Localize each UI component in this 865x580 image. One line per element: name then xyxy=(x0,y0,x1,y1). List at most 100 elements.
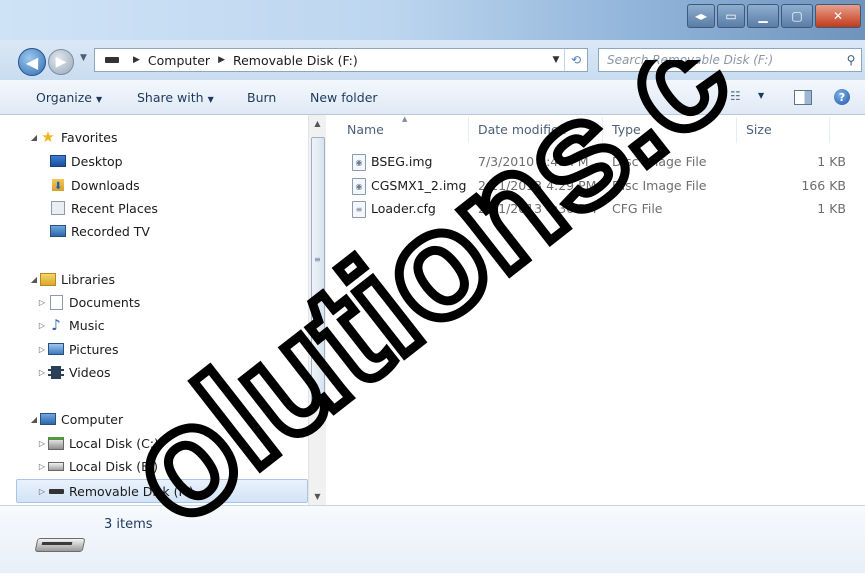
recent-places-icon xyxy=(50,201,66,215)
scroll-up-icon[interactable]: ▲ xyxy=(309,115,326,132)
nav-scrollbar[interactable]: ▲ ≡ ▼ xyxy=(308,115,326,505)
system-drive-icon xyxy=(48,436,64,450)
breadcrumb-computer[interactable]: Computer xyxy=(148,53,210,68)
nav-removable-disk-f[interactable]: ▷ Removable Disk (F:) xyxy=(16,479,308,503)
tv-icon xyxy=(50,224,66,238)
downloads-icon: ⬇ xyxy=(52,179,64,192)
address-bar[interactable]: ▶ Computer ▶ Removable Disk (F:) ▼ ⟲ xyxy=(94,48,588,72)
column-divider[interactable] xyxy=(468,117,469,143)
nav-recorded-tv[interactable]: Recorded TV xyxy=(50,220,150,242)
file-name: CGSMX1_2.img xyxy=(371,178,467,193)
collapsed-arrow-icon[interactable]: ▷ xyxy=(36,298,48,307)
config-file-icon: ≡ xyxy=(352,201,366,218)
file-size: 1 KB xyxy=(817,201,846,216)
star-icon: ★ xyxy=(41,128,55,146)
view-options-icon[interactable]: ☷ xyxy=(730,89,744,103)
collapsed-arrow-icon[interactable]: ▷ xyxy=(36,345,48,354)
refresh-icon[interactable]: ⟲ xyxy=(564,49,587,71)
nav-favorites[interactable]: ◢ ★ Favorites xyxy=(28,126,118,148)
grip-icon: ≡ xyxy=(314,255,321,264)
nav-local-disk-e[interactable]: ▷ Local Disk (E:) xyxy=(36,455,158,477)
nav-libraries[interactable]: ◢ Libraries xyxy=(28,268,115,290)
snap-icon[interactable]: ▭ xyxy=(717,4,745,28)
explorer-window: ◂▸ ▭ ▁ ▢ ✕ ◀ ▶ ▼ ▶ Computer ▶ Removable … xyxy=(0,0,865,573)
libraries-icon xyxy=(40,272,56,286)
nav-videos[interactable]: ▷ Videos xyxy=(36,361,111,383)
disc-image-icon: ◉ xyxy=(352,178,366,195)
column-divider[interactable] xyxy=(602,117,603,143)
back-button[interactable]: ◀ xyxy=(18,48,46,76)
removable-drive-icon xyxy=(34,534,86,556)
file-date: 2/11/2013 4:36 PM xyxy=(478,201,597,216)
desktop-icon xyxy=(50,154,66,168)
collapsed-arrow-icon[interactable]: ▷ xyxy=(36,321,48,330)
nav-downloads[interactable]: ⬇ Downloads xyxy=(50,174,140,196)
file-row[interactable]: ≡ Loader.cfg 2/11/2013 4:36 PM CFG File … xyxy=(346,199,846,219)
file-date: 2/11/2013 4:29 PM xyxy=(478,178,597,193)
minimize-button[interactable]: ▁ xyxy=(747,4,779,28)
maximize-button[interactable]: ▢ xyxy=(781,4,813,28)
recent-pages-dropdown[interactable]: ▼ xyxy=(80,53,87,63)
nav-documents[interactable]: ▷ Documents xyxy=(36,291,140,313)
expanded-arrow-icon[interactable]: ◢ xyxy=(28,275,40,284)
back-forward-icon[interactable]: ◂▸ xyxy=(687,4,715,28)
hard-drive-icon xyxy=(48,459,64,473)
column-header-name[interactable]: Name xyxy=(347,122,384,137)
file-row[interactable]: ◉ CGSMX1_2.img 2/11/2013 4:29 PM Disc Im… xyxy=(346,176,846,196)
close-button[interactable]: ✕ xyxy=(815,4,861,28)
nav-music[interactable]: ▷ ♪ Music xyxy=(36,314,105,336)
collapsed-arrow-icon[interactable]: ▷ xyxy=(36,487,48,496)
address-dropdown[interactable]: ▼ xyxy=(548,55,564,65)
expanded-arrow-icon[interactable]: ◢ xyxy=(28,415,40,424)
removable-drive-icon xyxy=(48,484,64,498)
drive-icon xyxy=(105,57,119,63)
documents-icon xyxy=(48,294,64,310)
burn-button[interactable]: Burn xyxy=(247,90,276,105)
view-dropdown[interactable]: ▼ xyxy=(758,91,764,100)
collapsed-arrow-icon[interactable]: ▷ xyxy=(36,462,48,471)
videos-icon xyxy=(48,365,64,379)
column-header-size[interactable]: Size xyxy=(746,122,772,137)
share-with-button[interactable]: Share with ▼ xyxy=(137,90,214,105)
details-pane: 3 items xyxy=(0,505,865,573)
help-icon[interactable]: ? xyxy=(834,89,850,105)
scroll-thumb[interactable] xyxy=(311,137,325,405)
sort-ascending-icon: ▲ xyxy=(402,115,408,123)
nav-local-disk-c[interactable]: ▷ Local Disk (C:) xyxy=(36,432,159,454)
disc-image-icon: ◉ xyxy=(352,154,366,171)
file-row[interactable]: ◉ BSEG.img 7/3/2010 8:49 PM Disc Image F… xyxy=(346,152,846,172)
search-icon[interactable]: ⚲ xyxy=(841,53,861,67)
column-divider[interactable] xyxy=(829,117,830,143)
command-bar: Organize ▼ Share with ▼ Burn New folder ☷ … xyxy=(0,80,865,115)
breadcrumb-removable-disk[interactable]: Removable Disk (F:) xyxy=(233,53,358,68)
search-input[interactable]: Search Removable Disk (F:) ⚲ xyxy=(598,48,862,72)
file-type: Disc Image File xyxy=(612,178,707,193)
new-folder-button[interactable]: New folder xyxy=(310,90,378,105)
music-icon: ♪ xyxy=(51,316,61,334)
chevron-right-icon: ▶ xyxy=(218,55,225,65)
file-list: ▲ Name Date modified Type Size ◉ BSEG.im… xyxy=(326,115,865,505)
collapsed-arrow-icon[interactable]: ▷ xyxy=(36,439,48,448)
address-row: ◀ ▶ ▼ ▶ Computer ▶ Removable Disk (F:) ▼… xyxy=(0,40,865,80)
column-header-type[interactable]: Type xyxy=(612,122,641,137)
column-divider[interactable] xyxy=(736,117,737,143)
forward-button[interactable]: ▶ xyxy=(48,49,74,75)
preview-pane-icon[interactable] xyxy=(794,90,812,105)
organize-button[interactable]: Organize ▼ xyxy=(36,90,102,105)
navigation-pane: ◢ ★ Favorites Desktop ⬇ Downloads Recent… xyxy=(0,115,308,505)
expanded-arrow-icon[interactable]: ◢ xyxy=(28,133,40,142)
title-bar: ◂▸ ▭ ▁ ▢ ✕ xyxy=(0,0,865,40)
pictures-icon xyxy=(48,342,64,356)
file-type: Disc Image File xyxy=(612,154,707,169)
column-header-date[interactable]: Date modified xyxy=(478,122,567,137)
item-count: 3 items xyxy=(104,517,153,532)
scroll-down-icon[interactable]: ▼ xyxy=(309,488,326,505)
computer-icon xyxy=(40,412,56,426)
collapsed-arrow-icon[interactable]: ▷ xyxy=(36,368,48,377)
nav-recent-places[interactable]: Recent Places xyxy=(50,197,158,219)
nav-computer[interactable]: ◢ Computer xyxy=(28,408,123,430)
nav-pictures[interactable]: ▷ Pictures xyxy=(36,338,119,360)
file-name: Loader.cfg xyxy=(371,201,436,216)
nav-desktop[interactable]: Desktop xyxy=(50,150,123,172)
file-name: BSEG.img xyxy=(371,154,433,169)
